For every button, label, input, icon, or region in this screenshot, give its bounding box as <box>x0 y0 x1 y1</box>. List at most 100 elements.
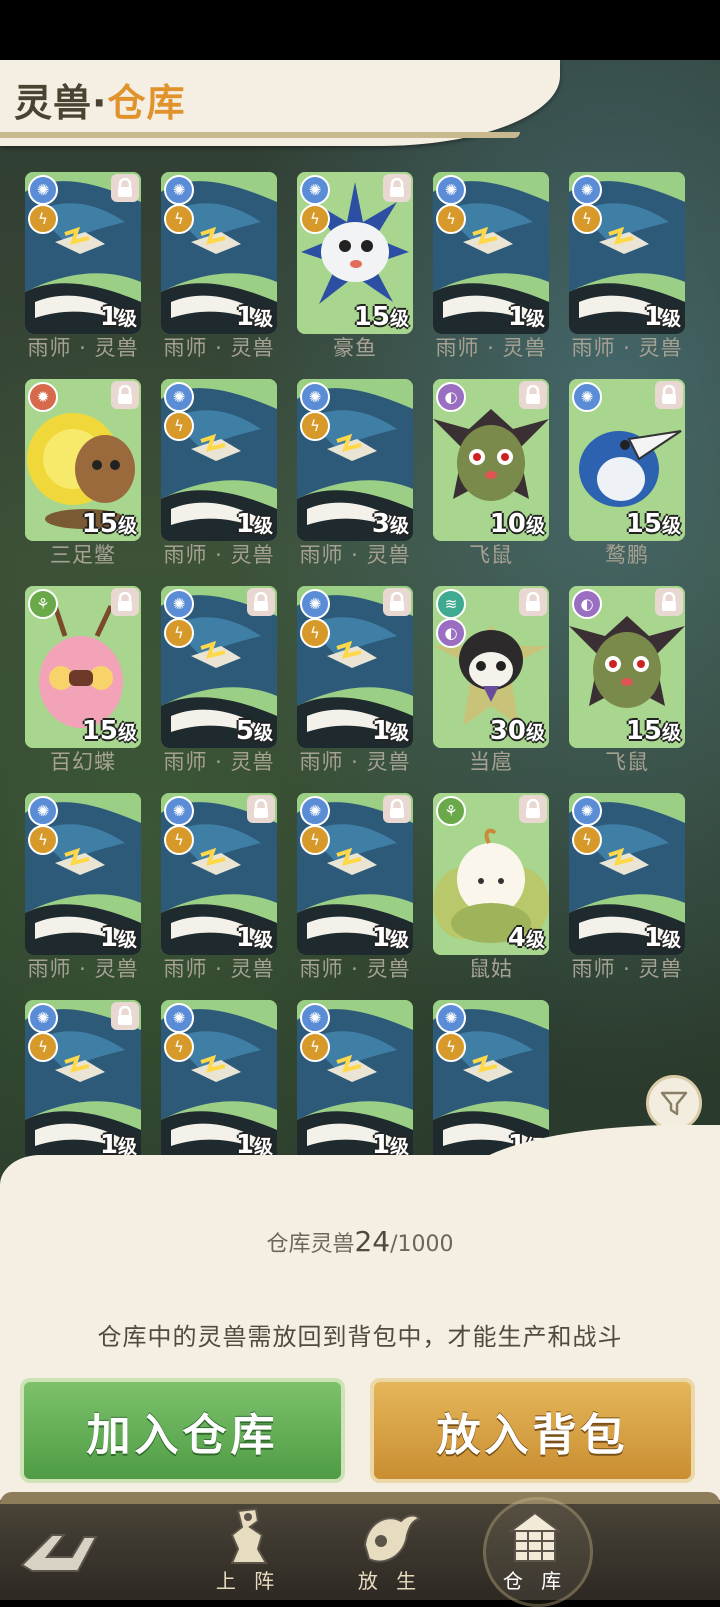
beast-level: 1级 <box>236 302 273 332</box>
beast-level: 15级 <box>82 716 137 746</box>
beast-level-value: 1 <box>235 509 254 539</box>
beast-card[interactable]: ⚘ 15级 <box>25 586 141 748</box>
beast-level: 1级 <box>100 302 137 332</box>
beast-name: 飞鼠 <box>469 543 513 567</box>
lock-icon[interactable] <box>383 588 411 616</box>
lock-icon[interactable] <box>519 795 547 823</box>
beast-level-unit: 级 <box>525 515 545 537</box>
beast-card[interactable]: ✺ϟ1级 <box>161 172 277 334</box>
beast-card[interactable]: ⚘ 4级 <box>433 793 549 955</box>
beast-card[interactable]: ✺ϟ1级 <box>569 793 685 955</box>
lock-icon[interactable] <box>111 1002 139 1030</box>
beast-level-value: 1 <box>507 302 526 332</box>
beast-level-unit: 级 <box>525 308 545 330</box>
beast-name: 百幻蝶 <box>50 750 116 774</box>
tab-release-label: 放 生 <box>357 1569 423 1593</box>
beast-level-value: 1 <box>235 302 254 332</box>
add-to-storage-button[interactable]: 加入仓库 <box>20 1378 345 1483</box>
beast-level: 30级 <box>490 716 545 746</box>
beast-card[interactable]: ✺ ϟ 5级 <box>161 586 277 748</box>
beast-card[interactable]: ✺ϟ1级 <box>25 1000 141 1162</box>
beast-card[interactable]: ✺ϟ1级 <box>161 793 277 955</box>
beast-card[interactable]: ✺ϟ1级 <box>161 1000 277 1162</box>
beast-card[interactable]: ✺ϟ1级 <box>25 172 141 334</box>
beast-level-unit: 级 <box>661 308 681 330</box>
beast-level-unit: 级 <box>525 722 545 744</box>
beast-level-unit: 级 <box>389 515 409 537</box>
beast-card[interactable]: ✺ ϟ 15级 <box>297 172 413 334</box>
beast-level-value: 5 <box>235 716 254 746</box>
thunder-element-icon: ϟ <box>28 825 58 855</box>
beast-level: 15级 <box>626 716 681 746</box>
beast-card[interactable]: ✺ ϟ 3级 <box>297 379 413 541</box>
beast-card[interactable]: ✺ϟ1级 <box>297 793 413 955</box>
put-in-bag-button[interactable]: 放入背包 <box>370 1378 695 1483</box>
beast-card[interactable]: ✺ϟ1级 <box>297 586 413 748</box>
lock-icon[interactable] <box>655 588 683 616</box>
lock-icon[interactable] <box>383 795 411 823</box>
filter-icon <box>660 1091 688 1116</box>
lock-icon[interactable] <box>519 381 547 409</box>
beast-level-unit: 级 <box>389 929 409 951</box>
beast-card[interactable]: ✺ϟ1级 <box>433 1000 549 1162</box>
beast-level-value: 30 <box>489 716 526 746</box>
beast-card[interactable]: ✹ 15级 <box>25 379 141 541</box>
thunder-element-icon: ϟ <box>164 618 194 648</box>
lock-icon[interactable] <box>111 588 139 616</box>
beast-card[interactable]: ✺ϟ1级 <box>433 172 549 334</box>
beast-card[interactable]: ≋ ◐ 30级 <box>433 586 549 748</box>
tab-home[interactable] <box>0 1505 120 1600</box>
lock-icon[interactable] <box>383 174 411 202</box>
lock-icon[interactable] <box>519 588 547 616</box>
water-element-icon: ✺ <box>28 796 58 826</box>
beast-level: 10级 <box>490 509 545 539</box>
beast-level: 1级 <box>100 923 137 953</box>
water-element-icon: ✺ <box>300 1003 330 1033</box>
tab-warehouse[interactable]: 仓 库 <box>475 1497 595 1607</box>
beast-name: 雨师 · 灵兽 <box>27 336 139 360</box>
tab-warehouse-label: 仓 库 <box>502 1569 568 1593</box>
thunder-element-icon: ϟ <box>300 1032 330 1062</box>
beast-level-value: 15 <box>625 509 662 539</box>
beast-card[interactable]: ✺ 15级 <box>569 379 685 541</box>
beast-name: 雨师 · 灵兽 <box>299 543 411 567</box>
beast-name: 雨师 · 灵兽 <box>435 336 547 360</box>
thunder-element-icon: ϟ <box>164 204 194 234</box>
lock-icon[interactable] <box>111 381 139 409</box>
tab-release[interactable]: 放 生 <box>330 1505 450 1600</box>
beast-level: 15级 <box>626 509 681 539</box>
tab-deploy[interactable]: 上 阵 <box>188 1505 308 1600</box>
water-element-icon: ✺ <box>164 1003 194 1033</box>
page-title-highlight: 仓库 <box>107 81 186 125</box>
beast-level-unit: 级 <box>253 515 273 537</box>
beast-level-unit: 级 <box>525 929 545 951</box>
filter-button[interactable] <box>646 1075 702 1131</box>
thunder-element-icon: ϟ <box>572 825 602 855</box>
beast-name: 雨师 · 灵兽 <box>163 957 275 981</box>
warehouse-icon <box>508 1511 562 1562</box>
beast-level-value: 1 <box>643 302 662 332</box>
beast-level: 1级 <box>236 509 273 539</box>
beast-card[interactable]: ✺ϟ1级 <box>569 172 685 334</box>
beast-level-unit: 级 <box>117 515 137 537</box>
beast-card[interactable]: ◐ 10级 <box>433 379 549 541</box>
beast-card[interactable]: ✺ϟ1级 <box>297 1000 413 1162</box>
beast-level: 3级 <box>372 509 409 539</box>
beast-level-unit: 级 <box>253 308 273 330</box>
beast-card[interactable]: ◐ 15级 <box>569 586 685 748</box>
ghost-element-icon: ◐ <box>436 618 466 648</box>
beast-card[interactable]: ✺ϟ 1级 <box>25 793 141 955</box>
beast-level-value: 1 <box>99 923 118 953</box>
lock-icon[interactable] <box>247 588 275 616</box>
beast-level: 4级 <box>508 923 545 953</box>
lock-icon[interactable] <box>111 174 139 202</box>
beast-level-value: 3 <box>371 509 390 539</box>
thunder-element-icon: ϟ <box>28 204 58 234</box>
title-accent-line <box>0 132 520 138</box>
lock-icon[interactable] <box>655 381 683 409</box>
lock-icon[interactable] <box>247 795 275 823</box>
beast-card[interactable]: ✺ϟ1级 <box>161 379 277 541</box>
thunder-element-icon: ϟ <box>572 204 602 234</box>
beast-name: 当扈 <box>469 750 513 774</box>
beast-name: 三足鳖 <box>50 543 116 567</box>
